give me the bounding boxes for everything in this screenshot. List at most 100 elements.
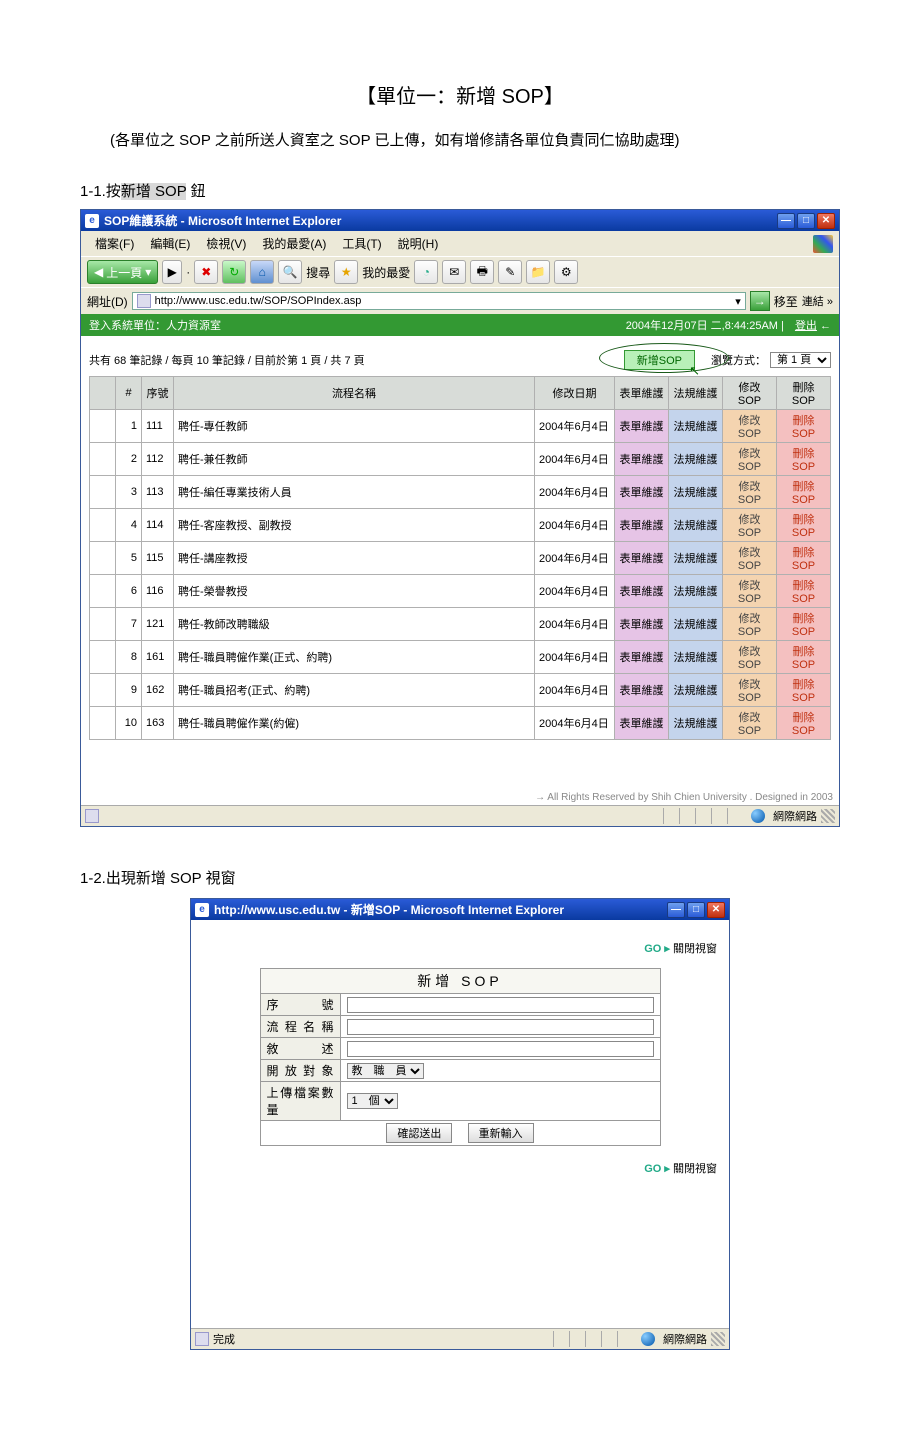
- menu-tools[interactable]: 工具(T): [334, 233, 389, 254]
- edit-sop-button[interactable]: 修改SOP: [723, 641, 777, 674]
- delete-sop-button[interactable]: 刪除SOP: [777, 575, 831, 608]
- address-input[interactable]: http://www.usc.edu.tw/SOP/SOPIndex.asp ▾: [132, 292, 746, 310]
- edit-sop-button[interactable]: 修改SOP: [723, 410, 777, 443]
- edit-sop-button[interactable]: 修改SOP: [723, 674, 777, 707]
- form-maint-button[interactable]: 表單維護: [615, 542, 669, 575]
- law-maint-button[interactable]: 法規維護: [669, 641, 723, 674]
- resize-grabber[interactable]: [821, 809, 835, 823]
- status-page-icon: [195, 1332, 209, 1346]
- edit-sop-button[interactable]: 修改SOP: [723, 443, 777, 476]
- go-button[interactable]: →: [750, 291, 770, 311]
- law-maint-button[interactable]: 法規維護: [669, 509, 723, 542]
- maximize-button[interactable]: □: [797, 213, 815, 229]
- delete-sop-button[interactable]: 刪除SOP: [777, 707, 831, 740]
- resize-grabber[interactable]: [711, 1332, 725, 1346]
- stop-button[interactable]: ✖: [194, 260, 218, 284]
- table-row: 8161聘任-職員聘僱作業(正式、約聘)2004年6月4日表單維護法規維護修改S…: [90, 641, 831, 674]
- form-caption: 新增 SOP: [260, 968, 661, 993]
- mail-button[interactable]: ✉: [442, 260, 466, 284]
- law-maint-button[interactable]: 法規維護: [669, 608, 723, 641]
- close-window-link[interactable]: 關閉視窗: [673, 1163, 717, 1175]
- page-select[interactable]: 第 1 頁: [770, 352, 831, 368]
- minimize-button[interactable]: —: [667, 902, 685, 918]
- edit-sop-button[interactable]: 修改SOP: [723, 509, 777, 542]
- popup-titlebar[interactable]: e http://www.usc.edu.tw - 新增SOP - Micros…: [191, 899, 729, 920]
- form-maint-button[interactable]: 表單維護: [615, 674, 669, 707]
- forward-button[interactable]: ▶: [162, 260, 182, 284]
- close-button[interactable]: ✕: [707, 902, 725, 918]
- menu-view[interactable]: 檢視(V): [198, 233, 254, 254]
- titlebar[interactable]: e SOP維護系統 - Microsoft Internet Explorer …: [81, 210, 839, 231]
- delete-sop-button[interactable]: 刪除SOP: [777, 542, 831, 575]
- menu-favorites[interactable]: 我的最愛(A): [254, 233, 334, 254]
- law-maint-button[interactable]: 法規維護: [669, 707, 723, 740]
- form-maint-button[interactable]: 表單維護: [615, 707, 669, 740]
- form-maint-button[interactable]: 表單維護: [615, 410, 669, 443]
- login-status-bar: 登入系統單位：人力資源室 2004年12月07日 二,8:44:25AM | 登…: [81, 314, 839, 336]
- law-maint-button[interactable]: 法規維護: [669, 575, 723, 608]
- delete-sop-button[interactable]: 刪除SOP: [777, 641, 831, 674]
- internet-zone-icon: [641, 1332, 655, 1346]
- close-window-link[interactable]: 關閉視窗: [673, 943, 717, 955]
- ie-icon: e: [195, 903, 209, 917]
- dropdown-icon[interactable]: ▾: [735, 295, 741, 308]
- edit-sop-button[interactable]: 修改SOP: [723, 575, 777, 608]
- form-maint-button[interactable]: 表單維護: [615, 443, 669, 476]
- edit-sop-button[interactable]: 修改SOP: [723, 608, 777, 641]
- menu-help[interactable]: 說明(H): [390, 233, 447, 254]
- law-maint-button[interactable]: 法規維護: [669, 542, 723, 575]
- delete-sop-button[interactable]: 刪除SOP: [777, 509, 831, 542]
- maximize-button[interactable]: □: [687, 902, 705, 918]
- search-button[interactable]: 🔍: [278, 260, 302, 284]
- form-maint-button[interactable]: 表單維護: [615, 509, 669, 542]
- logout-link[interactable]: 登出: [795, 320, 817, 332]
- delete-sop-button[interactable]: 刪除SOP: [777, 443, 831, 476]
- delete-sop-button[interactable]: 刪除SOP: [777, 608, 831, 641]
- form-maint-button[interactable]: 表單維護: [615, 476, 669, 509]
- law-maint-button[interactable]: 法規維護: [669, 674, 723, 707]
- edit-sop-button[interactable]: 修改SOP: [723, 476, 777, 509]
- law-maint-button[interactable]: 法規維護: [669, 443, 723, 476]
- close-button[interactable]: ✕: [817, 213, 835, 229]
- favorites-button[interactable]: ★: [334, 260, 358, 284]
- print-button[interactable]: 🖶: [470, 260, 494, 284]
- delete-sop-button[interactable]: 刪除SOP: [777, 674, 831, 707]
- form-maint-button[interactable]: 表單維護: [615, 575, 669, 608]
- law-maint-button[interactable]: 法規維護: [669, 410, 723, 443]
- input-name[interactable]: [347, 1019, 654, 1035]
- statusbar: 網際網路: [81, 805, 839, 826]
- input-seq[interactable]: [347, 997, 654, 1013]
- popup-title: http://www.usc.edu.tw - 新增SOP - Microsof…: [214, 901, 564, 918]
- internet-zone-icon: [751, 809, 765, 823]
- refresh-button[interactable]: ↻: [222, 260, 246, 284]
- reset-button[interactable]: 重新輸入: [468, 1123, 534, 1143]
- menu-edit[interactable]: 編輯(E): [142, 233, 198, 254]
- go-label: 移至: [774, 293, 798, 310]
- form-maint-button[interactable]: 表單維護: [615, 608, 669, 641]
- select-upload-count[interactable]: 1 個: [347, 1093, 398, 1109]
- history-button[interactable]: ◔: [414, 260, 438, 284]
- edit-sop-button[interactable]: 修改SOP: [723, 707, 777, 740]
- menu-file[interactable]: 檔案(F): [87, 233, 142, 254]
- row-blank: [90, 476, 116, 509]
- law-maint-button[interactable]: 法規維護: [669, 476, 723, 509]
- form-maint-button[interactable]: 表單維護: [615, 641, 669, 674]
- doc-title: 【單位一：新增 SOP】: [80, 80, 840, 109]
- edit-button[interactable]: ✎: [498, 260, 522, 284]
- input-desc[interactable]: [347, 1041, 654, 1057]
- minimize-button[interactable]: —: [777, 213, 795, 229]
- folder-button[interactable]: 📁: [526, 260, 550, 284]
- select-target[interactable]: 教 職 員: [347, 1063, 424, 1079]
- links-label[interactable]: 連結 »: [802, 293, 833, 309]
- table-row: 7121聘任-教師改聘職級2004年6月4日表單維護法規維護修改SOP刪除SOP: [90, 608, 831, 641]
- research-button[interactable]: ⚙: [554, 260, 578, 284]
- submit-button[interactable]: 確認送出: [386, 1123, 452, 1143]
- col-name: 流程名稱: [174, 377, 535, 410]
- delete-sop-button[interactable]: 刪除SOP: [777, 410, 831, 443]
- home-button[interactable]: ⌂: [250, 260, 274, 284]
- edit-sop-button[interactable]: 修改SOP: [723, 542, 777, 575]
- back-button[interactable]: ◀ 上一頁 ▾: [87, 260, 158, 284]
- cursor-icon: ↖: [689, 363, 700, 379]
- add-sop-button[interactable]: 新增SOP ↖: [624, 350, 695, 370]
- delete-sop-button[interactable]: 刪除SOP: [777, 476, 831, 509]
